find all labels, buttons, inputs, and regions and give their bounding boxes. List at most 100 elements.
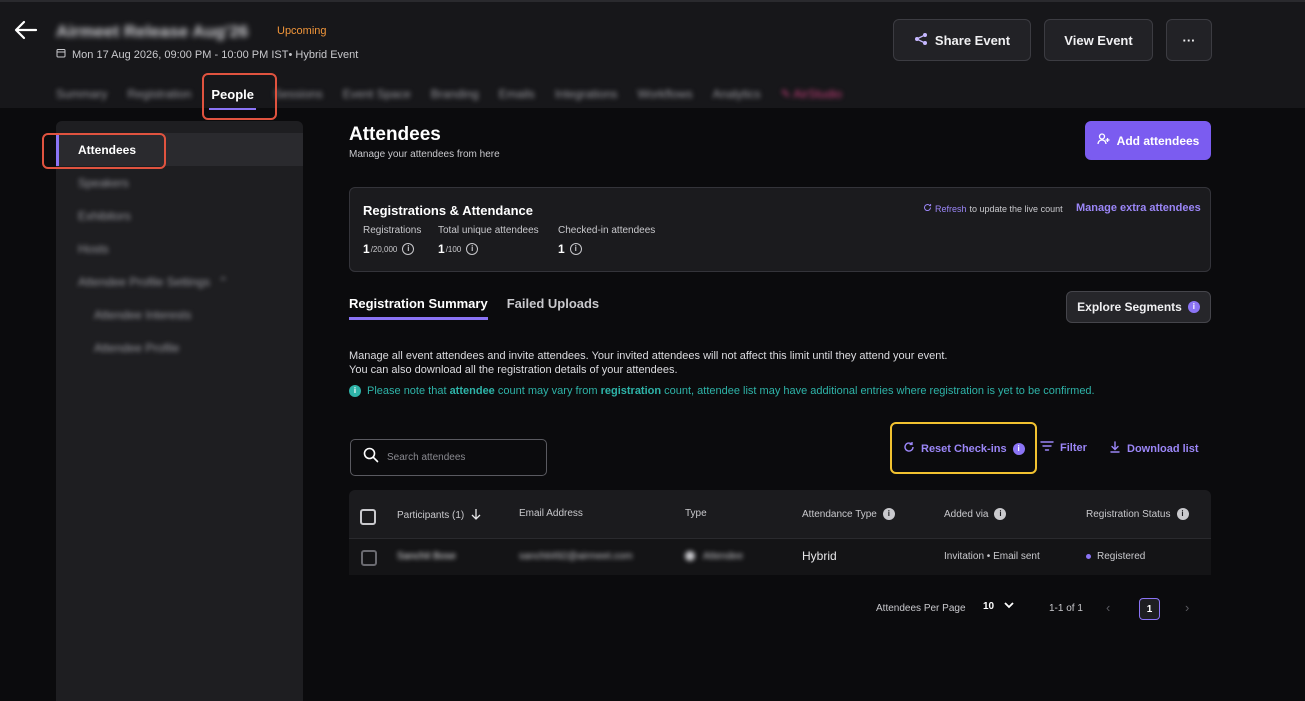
count-note: i Please note that attendee count may va… <box>349 385 1095 397</box>
participant-name[interactable]: Sanchit Bose <box>397 551 456 562</box>
attendance-type: Hybrid <box>802 549 837 563</box>
tab-analytics[interactable]: Analytics <box>713 87 761 101</box>
page-title: Attendees <box>349 124 441 145</box>
info-icon: i <box>1187 301 1200 313</box>
info-icon[interactable]: i <box>402 243 415 255</box>
reset-icon <box>903 441 915 456</box>
participant-email: sanchit492@airmeet.com <box>519 551 633 562</box>
attendee-tabs: Registration Summary Failed Uploads <box>349 296 599 320</box>
share-event-button[interactable]: Share Event <box>893 19 1031 61</box>
search-box <box>350 439 547 476</box>
info-icon: i <box>349 385 361 397</box>
explore-segments-label: Explore Segments <box>1077 300 1182 314</box>
table-row[interactable]: Sanchit Bose sanchit492@airmeet.com Atte… <box>349 538 1211 575</box>
next-page-icon[interactable]: › <box>1185 600 1189 615</box>
add-attendees-label: Add attendees <box>1116 133 1200 148</box>
col-registration-status: Registration Status i <box>1086 508 1189 520</box>
prev-page-icon[interactable]: ‹ <box>1106 600 1110 615</box>
tab-registration-summary[interactable]: Registration Summary <box>349 296 488 320</box>
avatar <box>685 551 695 562</box>
people-sidebar: Attendees Speakers Exhibitors Hosts Atte… <box>56 121 303 701</box>
refresh-row: Refresh to update the live count <box>923 203 1063 214</box>
select-all-checkbox[interactable] <box>360 509 376 525</box>
share-icon <box>914 32 928 49</box>
reset-checkins-button[interactable]: Reset Check-ins i <box>903 441 1025 456</box>
tab-summary[interactable]: Summary <box>56 87 107 101</box>
tab-workflows[interactable]: Workflows <box>638 87 693 101</box>
tab-event-space[interactable]: Event Space <box>343 87 411 101</box>
event-status-badge: Upcoming <box>277 25 327 37</box>
info-icon[interactable]: i <box>882 508 895 520</box>
filter-icon <box>1040 440 1054 455</box>
refresh-icon <box>923 203 932 214</box>
sidebar-item-profile-settings[interactable]: Attendee Profile Settings ⌃ <box>56 265 303 298</box>
tab-registration[interactable]: Registration <box>127 87 191 101</box>
add-attendees-button[interactable]: Add attendees <box>1085 121 1211 160</box>
sort-down-icon[interactable] <box>470 508 482 523</box>
chevron-down-icon <box>1004 601 1014 612</box>
sidebar-item-attendee-interests[interactable]: Attendee Interests <box>56 298 303 331</box>
chevron-up-icon: ⌃ <box>218 274 229 289</box>
sidebar-item-exhibitors[interactable]: Exhibitors <box>56 199 303 232</box>
tab-people[interactable]: People <box>209 87 256 110</box>
page-1-button[interactable]: 1 <box>1139 598 1160 620</box>
status-badge: Registered <box>1086 551 1145 562</box>
sidebar-item-attendees[interactable]: Attendees <box>56 133 303 166</box>
status-dot <box>1086 553 1091 559</box>
tab-sessions[interactable]: Sessions <box>274 87 323 101</box>
search-input[interactable] <box>387 452 527 463</box>
sidebar-item-hosts[interactable]: Hosts <box>56 232 303 265</box>
page-range: 1-1 of 1 <box>1049 603 1083 614</box>
info-icon[interactable]: i <box>994 508 1007 520</box>
tab-integrations[interactable]: Integrations <box>555 87 618 101</box>
manage-extra-attendees-link[interactable]: Manage extra attendees <box>1076 202 1201 214</box>
tab-emails[interactable]: Emails <box>499 87 535 101</box>
reset-checkins-label: Reset Check-ins <box>921 442 1007 455</box>
event-type: • Hybrid Event <box>288 48 359 61</box>
col-added-via: Added via i <box>944 508 1007 520</box>
download-list-button[interactable]: Download list <box>1109 441 1199 456</box>
refresh-text: to update the live count <box>969 203 1063 214</box>
refresh-link[interactable]: Refresh <box>935 204 967 214</box>
info-icon[interactable]: i <box>466 243 479 255</box>
col-participants[interactable]: Participants (1) <box>397 508 482 523</box>
more-options-button[interactable]: ··· <box>1166 19 1212 61</box>
sidebar-item-attendee-profile[interactable]: Attendee Profile <box>56 331 303 364</box>
event-nav: Summary Registration People Sessions Eve… <box>56 82 862 110</box>
add-user-icon <box>1097 133 1110 148</box>
col-type: Type <box>685 508 707 519</box>
event-datetime: Mon 17 Aug 2026, 09:00 PM - 10:00 PM IST <box>72 48 289 61</box>
per-page-select[interactable]: 10 <box>983 601 1014 612</box>
info-icon[interactable]: i <box>1176 508 1189 520</box>
stats-title: Registrations & Attendance <box>363 203 533 218</box>
page-subtitle: Manage your attendees from here <box>349 149 500 160</box>
event-meta: Mon 17 Aug 2026, 09:00 PM - 10:00 PM IST… <box>56 48 358 61</box>
unique-attendees-stat: Total unique attendees 1/100 i <box>438 225 539 256</box>
search-icon <box>363 447 379 468</box>
tab-airstudio[interactable]: ✎ AirStudio <box>781 87 842 101</box>
back-arrow-icon[interactable] <box>14 20 42 44</box>
explore-segments-button[interactable]: Explore Segments i <box>1066 291 1211 323</box>
participant-type: Attendee <box>685 551 743 562</box>
checkedin-stat: Checked-in attendees 1i <box>558 225 656 256</box>
col-attendance-type: Attendance Type i <box>802 508 895 520</box>
added-via: Invitation • Email sent <box>944 551 1040 562</box>
info-icon[interactable]: i <box>569 243 582 255</box>
event-title: Airmeet Release Aug'26 <box>56 22 249 41</box>
tab-failed-uploads[interactable]: Failed Uploads <box>507 296 599 320</box>
info-icon: i <box>1012 442 1025 455</box>
filter-button[interactable]: Filter <box>1040 440 1087 455</box>
download-icon <box>1109 441 1121 456</box>
row-checkbox[interactable] <box>361 550 377 566</box>
tab-branding[interactable]: Branding <box>431 87 479 101</box>
table-header: Participants (1) Email Address Type Atte… <box>349 490 1211 538</box>
view-event-button[interactable]: View Event <box>1044 19 1153 61</box>
sidebar-item-speakers[interactable]: Speakers <box>56 166 303 199</box>
attendees-table: Participants (1) Email Address Type Atte… <box>349 490 1211 575</box>
event-header: Airmeet Release Aug'26 Upcoming Mon 17 A… <box>0 0 1305 110</box>
registrations-stat: Registrations 1/20,000 i <box>363 225 422 256</box>
per-page-label: Attendees Per Page <box>876 603 966 614</box>
filter-label: Filter <box>1060 441 1087 454</box>
download-list-label: Download list <box>1127 442 1199 455</box>
calendar-icon <box>56 48 66 61</box>
